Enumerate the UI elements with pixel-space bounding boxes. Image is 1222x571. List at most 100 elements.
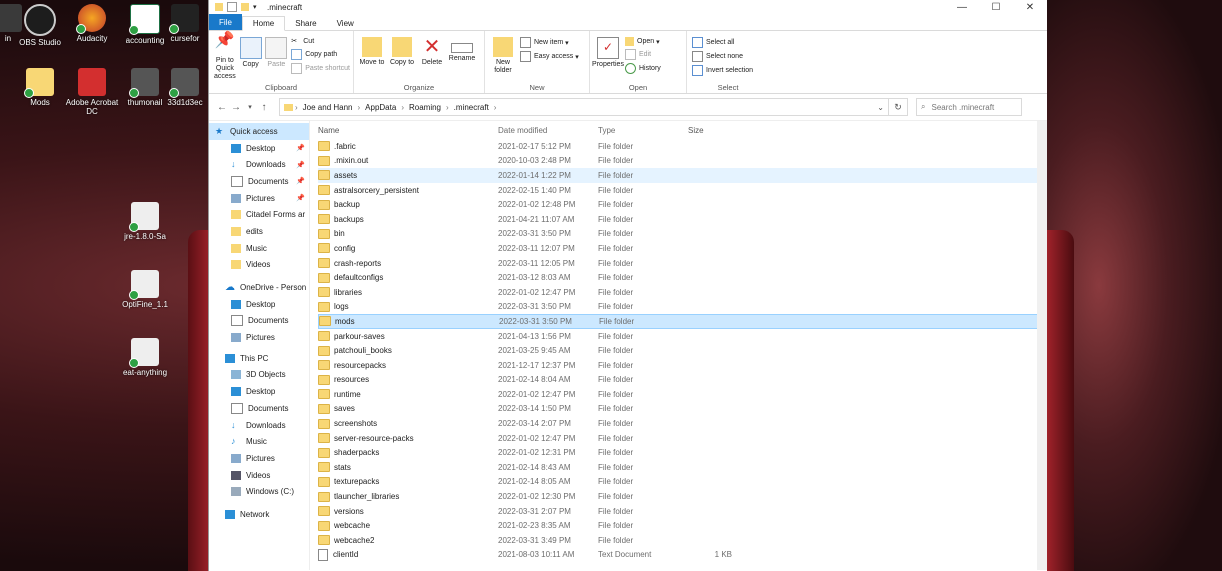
up-arrow-icon[interactable]: ↑ [257,102,271,113]
nav-item-citadel[interactable]: Citadel Forms ar [209,206,309,223]
table-row[interactable]: versions 2022-03-31 2:07 PM File folder [318,504,1047,519]
paste-button[interactable]: Paste [264,33,290,81]
new-folder-icon[interactable] [241,3,249,11]
chevron-down-icon[interactable]: ▾ [253,3,261,11]
recent-locations-chevron-icon[interactable]: ▾ [243,103,257,111]
table-row[interactable]: runtime 2022-01-02 12:47 PM File folder [318,387,1047,402]
table-row[interactable]: resourcepacks 2021-12-17 12:37 PM File fol… [318,358,1047,373]
nav-item-videos[interactable]: Videos [209,257,309,274]
nav-item-downloads[interactable]: ↓ Downloads 📌 [209,156,309,173]
vertical-scrollbar[interactable] [1037,121,1047,570]
minimize-button[interactable]: — [945,2,979,13]
table-row[interactable]: patchouli_books 2021-03-25 9:45 AM File fo… [318,343,1047,358]
select-none-button[interactable]: Select none [692,51,753,62]
nav-onedrive-pictures[interactable]: Pictures [209,329,309,346]
desktop-icon-mods[interactable]: Mods [10,68,70,107]
back-arrow-icon[interactable]: ← [215,102,229,113]
nav-pc-3d-objects[interactable]: 3D Objects [209,367,309,384]
pin-to-quick-access-button[interactable]: 📌 Pin to Quick access [212,33,238,81]
nav-onedrive-desktop[interactable]: Desktop [209,296,309,313]
tab-home[interactable]: Home [241,16,286,31]
table-row[interactable]: defaultconfigs 2021-03-12 8:03 AM File fol… [318,270,1047,285]
nav-pc-desktop[interactable]: Desktop [209,383,309,400]
column-type[interactable]: Type [598,126,688,135]
table-row[interactable]: backup 2022-01-02 12:48 PM File folder [318,197,1047,212]
nav-pc-downloads[interactable]: ↓ Downloads [209,417,309,434]
table-row[interactable]: backups 2021-04-21 11:07 AM File folder [318,212,1047,227]
maximize-button[interactable]: ☐ [979,2,1013,13]
table-row[interactable]: .fabric 2021-02-17 5:12 PM File folder [318,139,1047,154]
nav-pc-windows-c[interactable]: Windows (C:) [209,483,309,500]
properties-icon[interactable] [227,2,237,12]
table-row[interactable]: webcache 2021-02-23 8:35 AM File folder [318,518,1047,533]
nav-this-pc[interactable]: This PC [209,350,309,367]
desktop-icon-curseforge[interactable]: cursefor [162,4,208,43]
table-row[interactable]: server-resource-packs 2022-01-02 12:47 PM… [318,431,1047,446]
table-row[interactable]: resources 2021-02-14 8:04 AM File folder [318,373,1047,388]
select-all-button[interactable]: Select all [692,37,753,48]
new-folder-button[interactable]: New folder [488,33,518,81]
rename-button[interactable]: Rename [447,33,477,81]
move-to-button[interactable]: Move to [357,33,387,81]
desktop-icon-eat-anything[interactable]: eat-anything [115,338,175,377]
copy-button[interactable]: Copy [238,33,264,81]
breadcrumb-item[interactable]: Roaming [409,103,441,112]
nav-pc-music[interactable]: ♪ Music [209,433,309,450]
table-row[interactable]: saves 2022-03-14 1:50 PM File folder [318,402,1047,417]
copy-to-button[interactable]: Copy to [387,33,417,81]
table-row[interactable]: screenshots 2022-03-14 2:07 PM File folder [318,416,1047,431]
close-button[interactable]: ✕ [1013,2,1047,13]
column-date-modified[interactable]: Date modified [498,126,598,135]
table-row[interactable]: webcache2 2022-03-31 3:49 PM File folder [318,533,1047,548]
easy-access-button[interactable]: Easy access ▾ [520,51,579,62]
history-button[interactable]: History [625,63,661,74]
search-box[interactable]: ⌕ Search .minecraft [916,98,1022,116]
column-size[interactable]: Size [688,126,732,135]
nav-item-edits[interactable]: edits [209,223,309,240]
nav-quick-access[interactable]: ★ Quick access [209,123,309,140]
table-row[interactable]: stats 2021-02-14 8:43 AM File folder [318,460,1047,475]
nav-item-desktop[interactable]: Desktop 📌 [209,140,309,157]
table-row[interactable]: tlauncher_libraries 2022-01-02 12:30 PM Fi… [318,489,1047,504]
table-row[interactable]: config 2022-03-11 12:07 PM File folder [318,241,1047,256]
desktop-icon-audacity[interactable]: Audacity [62,4,122,43]
nav-item-music[interactable]: Music [209,240,309,257]
properties-button[interactable]: ✓ Properties [592,33,624,81]
copy-path-button[interactable]: Copy path [291,49,350,60]
table-row[interactable]: parkour-saves 2021-04-13 1:56 PM File fold… [318,329,1047,344]
breadcrumb-item[interactable]: Joe and Hann [303,103,353,112]
desktop-icon-acrobat[interactable]: Adobe Acrobat DC [62,68,122,116]
table-row[interactable]: mods 2022-03-31 3:50 PM File folder [318,314,1047,329]
nav-onedrive-documents[interactable]: Documents [209,313,309,330]
table-row[interactable]: logs 2022-03-31 3:50 PM File folder [318,300,1047,315]
desktop-icon-jre[interactable]: jre-1.8.0-Sa [115,202,175,241]
desktop-icon-optifine[interactable]: OptiFine_1.1 [115,270,175,309]
table-row[interactable]: astralsorcery_persistent 2022-02-15 1:40 … [318,183,1047,198]
breadcrumb-item[interactable]: .minecraft [454,103,489,112]
refresh-icon[interactable]: ↻ [889,98,908,116]
nav-pc-documents[interactable]: Documents [209,400,309,417]
delete-button[interactable]: ✕ Delete [417,33,447,81]
new-item-button[interactable]: New item ▾ [520,37,579,48]
nav-onedrive[interactable]: ☁ OneDrive - Person [209,279,309,296]
table-row[interactable]: crash-reports 2022-03-11 12:05 PM File fol… [318,256,1047,271]
tab-share[interactable]: Share [285,17,326,30]
tab-file[interactable]: File [209,14,242,30]
nav-item-pictures[interactable]: Pictures 📌 [209,190,309,207]
paste-shortcut-button[interactable]: Paste shortcut [291,63,350,74]
address-path[interactable]: › Joe and Hann › AppData › Roaming › .mi… [279,98,889,116]
nav-pc-pictures[interactable]: Pictures [209,450,309,467]
invert-selection-button[interactable]: Invert selection [692,65,753,76]
column-name[interactable]: Name [318,126,498,135]
breadcrumb-item[interactable]: AppData [365,103,396,112]
open-button[interactable]: Open ▾ [625,37,661,46]
edit-button[interactable]: Edit [625,49,661,60]
table-row[interactable]: texturepacks 2021-02-14 8:05 AM File folde… [318,475,1047,490]
table-row[interactable]: clientId 2021-08-03 10:11 AM Text Document… [318,548,1047,563]
nav-network[interactable]: Network [209,506,309,523]
table-row[interactable]: .mixin.out 2020-10-03 2:48 PM File folder [318,154,1047,169]
forward-arrow-icon[interactable]: → [229,102,243,113]
cut-button[interactable]: ✂ Cut [291,37,350,46]
table-row[interactable]: bin 2022-03-31 3:50 PM File folder [318,227,1047,242]
tab-view[interactable]: View [327,17,364,30]
